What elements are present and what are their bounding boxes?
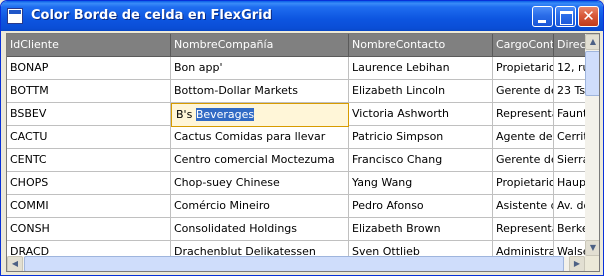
edit-text-prefix: B's <box>176 108 196 121</box>
table-cell[interactable]: Berkeley Gardens <box>554 218 585 241</box>
client-area: IdCliente NombreCompañía NombreContacto … <box>4 31 600 274</box>
table-cell[interactable]: Representante de ventas <box>493 218 554 241</box>
left-arrow-icon: ◀ <box>11 259 19 268</box>
table-cell[interactable]: Av. dos Lusíadas, 23 <box>554 195 585 218</box>
table-row: COMMI Comércio Mineiro Pedro Afonso Asis… <box>7 195 585 218</box>
minimize-button[interactable] <box>532 6 553 27</box>
right-arrow-icon: ▶ <box>573 259 581 268</box>
column-header-nombrecompania[interactable]: NombreCompañía <box>171 34 349 57</box>
app-window: Color Borde de celda en FlexGrid ✕ IdCli… <box>0 0 604 276</box>
table-cell[interactable]: Fauntleroy Circus <box>554 103 585 126</box>
table-cell[interactable]: COMMI <box>7 195 171 218</box>
table-cell[interactable]: Francisco Chang <box>349 149 493 172</box>
table-row: BOTTM Bottom-Dollar Markets Elizabeth Li… <box>7 80 585 103</box>
table-cell[interactable]: Representante de ventas <box>493 103 554 126</box>
scroll-down-button[interactable]: ▼ <box>585 240 599 256</box>
scroll-left-button[interactable]: ◀ <box>7 256 23 271</box>
close-button[interactable]: ✕ <box>578 6 599 27</box>
table-cell[interactable]: BOTTM <box>7 80 171 103</box>
table-row: CHOPS Chop-suey Chinese Yang Wang Propie… <box>7 172 585 195</box>
grid-cells: IdCliente NombreCompañía NombreContacto … <box>7 34 585 256</box>
table-cell[interactable]: Laurence Lebihan <box>349 57 493 80</box>
table-cell[interactable]: Propietario <box>493 172 554 195</box>
table-cell[interactable]: Agente de ventas <box>493 126 554 149</box>
vertical-scrollbar[interactable]: ▲ ▼ <box>585 34 599 256</box>
table-cell[interactable]: Consolidated Holdings <box>171 218 349 241</box>
table-cell[interactable]: CENTC <box>7 149 171 172</box>
table-cell[interactable]: Pedro Afonso <box>349 195 493 218</box>
column-header-cargocontacto[interactable]: CargoContacto <box>493 34 554 57</box>
horizontal-scroll-thumb[interactable] <box>24 256 564 271</box>
table-cell[interactable]: Sven Ottlieb <box>349 241 493 256</box>
header-row: IdCliente NombreCompañía NombreContacto … <box>7 34 585 57</box>
table-cell[interactable]: Cerrito 333 <box>554 126 585 149</box>
table-cell[interactable]: Patricio Simpson <box>349 126 493 149</box>
flex-grid[interactable]: IdCliente NombreCompañía NombreContacto … <box>6 33 600 272</box>
table-row: CACTU Cactus Comidas para llevar Patrici… <box>7 126 585 149</box>
table-cell[interactable]: 23 Tsawassen Blvd. <box>554 80 585 103</box>
table-cell[interactable]: Cactus Comidas para llevar <box>171 126 349 149</box>
table-cell[interactable]: Yang Wang <box>349 172 493 195</box>
table-cell[interactable]: Comércio Mineiro <box>171 195 349 218</box>
column-header-idcliente[interactable]: IdCliente <box>7 34 171 57</box>
table-cell[interactable]: Gerente de contabilidad <box>493 80 554 103</box>
table-row: BONAP Bon app' Laurence Lebihan Propieta… <box>7 57 585 80</box>
edit-text[interactable]: B's Beverages <box>176 104 255 126</box>
table-cell[interactable]: CONSH <box>7 218 171 241</box>
window-title: Color Borde de celda en FlexGrid <box>31 8 272 23</box>
table-cell[interactable]: Chop-suey Chinese <box>171 172 349 195</box>
up-arrow-icon: ▲ <box>589 37 597 46</box>
close-icon: ✕ <box>582 7 595 25</box>
table-cell[interactable]: Sierras de Granada 9993 <box>554 149 585 172</box>
table-cell[interactable]: BSBEV <box>7 103 171 126</box>
table-cell[interactable]: DRACD <box>7 241 171 256</box>
table-cell[interactable]: BONAP <box>7 57 171 80</box>
table-cell[interactable]: Propietario <box>493 57 554 80</box>
app-window-icon[interactable] <box>7 8 23 24</box>
table-row: CENTC Centro comercial Moctezuma Francis… <box>7 149 585 172</box>
table-cell[interactable]: Elizabeth Brown <box>349 218 493 241</box>
table-cell[interactable]: Victoria Ashworth <box>349 103 493 126</box>
down-arrow-icon: ▼ <box>589 243 597 252</box>
table-cell[interactable]: Bottom-Dollar Markets <box>171 80 349 103</box>
horizontal-scrollbar[interactable]: ◀ ▶ <box>7 256 585 271</box>
table-cell[interactable]: 12, rue des Bouchers <box>554 57 585 80</box>
scroll-right-button[interactable]: ▶ <box>569 256 585 271</box>
scrollbar-corner <box>585 256 599 271</box>
table-cell[interactable]: Hauptstr. 29 <box>554 172 585 195</box>
table-row: DRACD Drachenblut Delikatessen Sven Ottl… <box>7 241 585 256</box>
table-cell[interactable]: Gerente de marketing <box>493 149 554 172</box>
title-bar[interactable]: Color Borde de celda en FlexGrid ✕ <box>1 1 603 31</box>
table-cell[interactable]: Administrador de pedidos <box>493 241 554 256</box>
column-header-direccion[interactable]: Dirección <box>554 34 585 57</box>
scroll-up-button[interactable]: ▲ <box>585 34 599 50</box>
maximize-button[interactable] <box>555 6 576 27</box>
table-cell[interactable]: Walserweg 21 <box>554 241 585 256</box>
table-cell[interactable]: Asistente de ventas <box>493 195 554 218</box>
table-cell[interactable]: Bon app' <box>171 57 349 80</box>
table-cell[interactable]: CACTU <box>7 126 171 149</box>
table-cell[interactable]: Elizabeth Lincoln <box>349 80 493 103</box>
column-header-nombrecontacto[interactable]: NombreContacto <box>349 34 493 57</box>
active-cell-editor[interactable]: B's Beverages <box>171 103 349 127</box>
edit-text-selection: Beverages <box>195 108 255 121</box>
table-cell[interactable]: Drachenblut Delikatessen <box>171 241 349 256</box>
vertical-scroll-thumb[interactable] <box>585 51 599 96</box>
table-cell[interactable]: CHOPS <box>7 172 171 195</box>
table-row: CONSH Consolidated Holdings Elizabeth Br… <box>7 218 585 241</box>
table-cell[interactable]: Centro comercial Moctezuma <box>171 149 349 172</box>
